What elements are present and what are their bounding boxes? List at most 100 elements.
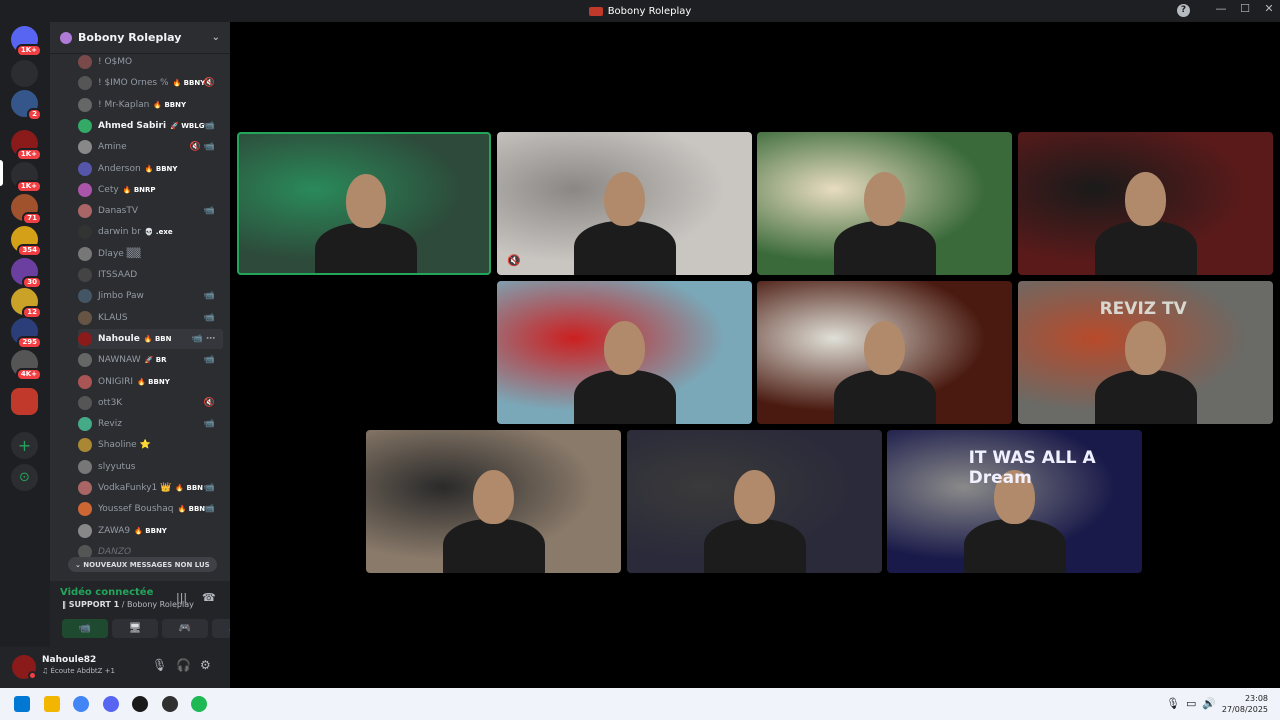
close-button[interactable]: ✕ [1258, 2, 1280, 15]
inbox-icon[interactable] [11, 60, 38, 87]
screen-share-button[interactable]: 🖥 [112, 619, 158, 638]
microphone-tray-icon[interactable]: 🎙 [1166, 697, 1180, 710]
voice-member-item[interactable]: KLAUS 📹 [78, 308, 223, 328]
unread-messages-banner[interactable]: ⌄ NOUVEAUX MESSAGES NON LUS [68, 557, 217, 572]
video-tile[interactable] [497, 281, 752, 424]
obs-icon[interactable] [161, 696, 178, 712]
voice-member-item[interactable]: ott3K 🔇 [78, 393, 223, 413]
minimize-button[interactable]: — [1210, 2, 1232, 15]
avatar [78, 246, 92, 261]
video-tile[interactable]: REVIZ TV [1018, 281, 1273, 424]
video-tile[interactable] [1018, 132, 1273, 275]
voice-member-item[interactable]: DanasTV 📹 [78, 201, 223, 221]
member-name: ONIGIRI [98, 376, 134, 387]
avatar [78, 310, 92, 325]
video-tile[interactable] [757, 132, 1012, 275]
member-name: Reviz [98, 419, 122, 430]
server-tag-badge: 🚀 WBLG [170, 121, 205, 130]
camera-button[interactable]: 📹 [62, 619, 108, 638]
windows-start-icon[interactable] [14, 696, 30, 712]
voice-member-item[interactable]: Dlaye ▒▒ [78, 244, 223, 264]
server-354-icon[interactable]: 354 [11, 226, 42, 257]
chrome-icon[interactable] [73, 696, 89, 712]
participant-body [703, 518, 806, 573]
video-tile[interactable] [237, 132, 491, 275]
volume-tray-icon[interactable]: 🔊 [1202, 697, 1216, 710]
video-tile[interactable]: 🔇 [497, 132, 752, 275]
video-tile[interactable] [757, 281, 1012, 424]
voice-activity-icon[interactable]: ||| [176, 591, 187, 604]
voice-member-item[interactable]: Youssef Boushaq 🔥 BBN 📹 [78, 499, 223, 519]
voice-status[interactable]: Vidéo connectée [60, 587, 153, 598]
avatar [78, 225, 92, 240]
avatar [78, 374, 92, 389]
system-clock[interactable]: 23:08 27/08/2025 [1218, 693, 1268, 715]
unread-badge: 1K+ [15, 148, 42, 161]
avatar[interactable] [12, 655, 37, 680]
microphone-icon[interactable]: 🎙 [152, 658, 167, 672]
video-tile[interactable] [366, 430, 621, 573]
voice-member-item[interactable]: slyyutus [78, 457, 223, 477]
avatar [78, 523, 92, 538]
voice-member-item[interactable]: Amine 🔇 📹 [78, 137, 223, 157]
voice-connection-panel: Vidéo connectée ‖ SUPPORT 1 / Bobony Rol… [50, 581, 258, 647]
server-bobony-icon[interactable] [11, 388, 38, 415]
server-tag-badge: 🔥 BBNY [134, 526, 167, 535]
voice-member-item[interactable]: darwin br 💀 .exe [78, 222, 223, 242]
add-server-icon[interactable]: + [11, 432, 38, 459]
voice-member-item[interactable]: Shaoline ⭐ [78, 435, 223, 455]
participant-face [1125, 172, 1166, 227]
discord-icon[interactable] [102, 696, 119, 712]
server-71-icon[interactable]: 71 [11, 194, 42, 225]
spotify-icon[interactable] [191, 696, 207, 712]
voice-member-item[interactable]: ! Mr-Kaplan 🔥 BBNY [78, 95, 223, 115]
file-explorer-icon[interactable] [43, 696, 60, 712]
voice-member-item[interactable]: ! O$MO [78, 52, 223, 72]
video-tile[interactable]: IT WAS ALL A Dream [887, 430, 1142, 573]
discord-home-icon[interactable]: 1K+ [11, 26, 42, 57]
video-tile[interactable] [627, 430, 882, 573]
voice-member-item[interactable]: ITSSAAD [78, 265, 223, 285]
server-30-icon[interactable]: 30 [11, 258, 42, 289]
voice-member-item[interactable]: VodkaFunky1 👑 🔥 BBN 📹 [78, 478, 223, 498]
voice-member-item[interactable]: Nahoule 🔥 BBN 📹 ⋯ [78, 328, 223, 349]
server-name: Bobony Roleplay [78, 31, 182, 44]
chevron-down-icon[interactable]: ⌄ [212, 32, 220, 43]
help-icon[interactable]: ? [1177, 4, 1190, 17]
server-4k-icon[interactable]: 4K+ [11, 350, 42, 381]
voice-member-item[interactable]: Cety 🔥 BNRP [78, 180, 223, 200]
member-name: Ahmed Sabiri [98, 120, 167, 131]
member-name: VodkaFunky1 👑 [98, 483, 172, 493]
maximize-button[interactable]: ☐ [1234, 2, 1256, 15]
member-name: slyyutus [98, 461, 136, 472]
member-name: darwin br [98, 227, 141, 238]
explore-servers-icon[interactable]: ⊙ [11, 464, 38, 491]
voice-member-item[interactable]: Ahmed Sabiri 🚀 WBLG 📹 [78, 116, 223, 136]
disconnect-icon[interactable]: ☎ [202, 591, 216, 604]
voice-member-item[interactable]: Jimbo Paw 📹 [78, 286, 223, 306]
participant-face [345, 174, 387, 229]
avatar [78, 353, 92, 368]
server-rail: + ⊙ 1K+ 2 1K+ 1K+ 71 354 30 12 295 4K+ [0, 22, 50, 688]
display-tray-icon[interactable]: ▭ [1186, 697, 1196, 710]
voice-member-item[interactable]: ! $IMO Ornes % 🔥 BBNY 🔇 [78, 73, 223, 93]
settings-gear-icon[interactable]: ⚙ [200, 658, 211, 672]
headphones-icon[interactable]: 🎧 [176, 658, 191, 672]
voice-member-item[interactable]: Anderson 🔥 BBNY [78, 159, 223, 179]
voice-member-item[interactable]: NAWNAW 🚀 BR 📹 [78, 350, 223, 370]
voice-member-item[interactable]: ONIGIRI 🔥 BBNY [78, 372, 223, 392]
voice-member-item[interactable]: ZAWA9 🔥 BBNY [78, 521, 223, 541]
server-header[interactable]: Bobony Roleplay ⌄ [50, 22, 230, 54]
server-green-icon[interactable]: 1K+ [11, 162, 42, 193]
capcut-icon[interactable] [132, 696, 148, 712]
voice-member-item[interactable]: Reviz 📹 [78, 414, 223, 434]
server-295-icon[interactable]: 295 [11, 318, 42, 349]
participant-face [604, 321, 645, 376]
server-red-icon[interactable]: 1K+ [11, 130, 42, 161]
username[interactable]: Nahoule82 [42, 655, 96, 665]
server-icon [60, 31, 72, 44]
window-title: Bobony Roleplay [607, 5, 692, 17]
server-12-icon[interactable]: 12 [11, 288, 42, 319]
server-2-icon[interactable]: 2 [11, 90, 42, 121]
activities-button[interactable]: 🎮 [162, 619, 208, 638]
